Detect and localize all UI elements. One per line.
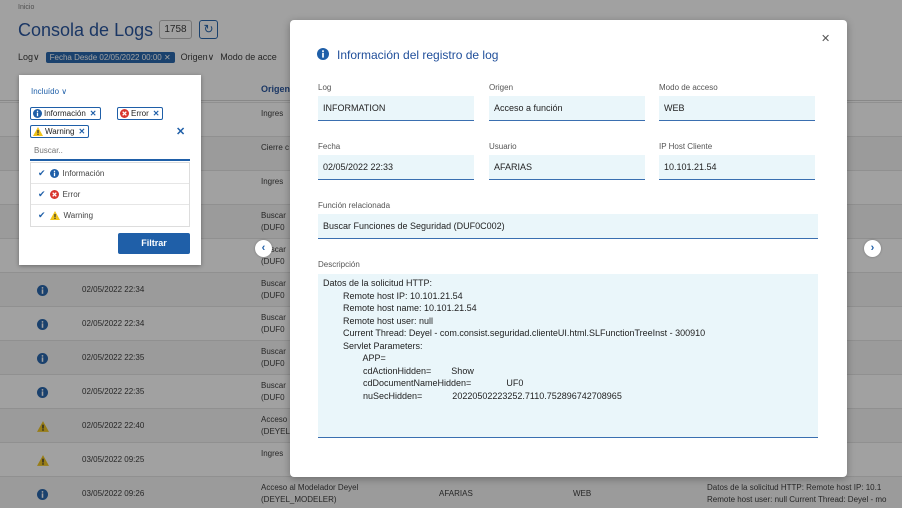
date-field[interactable]: 02/05/2022 22:33 — [318, 155, 474, 180]
user-label: Usuario — [489, 142, 517, 151]
check-icon: ✔ — [38, 210, 46, 220]
log-label: Log — [318, 83, 332, 92]
info-icon — [33, 109, 42, 118]
log-level-filter-dropdown: Incluído ∨ Información ✕ Error ✕ Warning ✕ … — [19, 75, 201, 265]
chevron-down-icon: ∨ — [61, 87, 68, 96]
clear-all-icon[interactable]: ✕ — [176, 125, 185, 138]
next-record-button[interactable]: › — [864, 240, 881, 257]
tag-label: Warning — [45, 127, 75, 136]
origin-label: Origen — [489, 83, 514, 92]
dropdown-mode-selector[interactable]: Incluído ∨ — [31, 87, 67, 96]
access-mode-field[interactable]: WEB — [659, 96, 815, 121]
tag-label: Información — [44, 109, 86, 118]
filter-button[interactable]: Filtrar — [118, 233, 190, 254]
client-ip-field[interactable]: 10.101.21.54 — [659, 155, 815, 180]
info-icon — [317, 48, 329, 60]
option-label: Información — [62, 168, 105, 178]
related-function-field[interactable]: Buscar Funciones de Seguridad (DUF0C002) — [318, 214, 818, 239]
error-icon — [120, 109, 129, 118]
info-icon — [49, 168, 59, 178]
description-label: Descripción — [318, 260, 360, 269]
close-icon[interactable]: ✕ — [79, 127, 86, 136]
close-icon[interactable]: ✕ — [153, 109, 160, 118]
tag-information[interactable]: Información ✕ — [30, 107, 101, 120]
chevron-left-icon: ‹ — [261, 242, 266, 254]
log-field[interactable]: INFORMATION — [318, 96, 474, 121]
option-warning[interactable]: ✔ Warning — [31, 205, 189, 226]
tag-warning[interactable]: Warning ✕ — [30, 125, 90, 138]
previous-record-button[interactable]: ‹ — [255, 240, 272, 257]
close-icon[interactable]: ✕ — [90, 109, 97, 118]
check-icon: ✔ — [38, 188, 46, 199]
close-icon[interactable]: ✕ — [821, 32, 830, 45]
user-field[interactable]: AFARIAS — [489, 155, 645, 180]
dropdown-options: ✔ Información ✔ Error ✔ Warning — [30, 162, 190, 227]
warning-icon — [33, 127, 43, 136]
option-information[interactable]: ✔ Información — [31, 163, 189, 184]
client-ip-label: IP Host Cliente — [659, 142, 713, 151]
option-label: Warning — [63, 211, 94, 220]
description-field[interactable]: Datos de la solicitud HTTP: Remote host … — [318, 274, 818, 438]
access-mode-label: Modo de acceso — [659, 83, 718, 92]
origin-field[interactable]: Acceso a función — [489, 96, 645, 121]
tag-label: Error — [131, 109, 149, 118]
selected-tags: Información ✕ Error ✕ Warning ✕ — [30, 104, 190, 138]
dropdown-mode-label: Incluído — [31, 87, 60, 96]
tag-error[interactable]: Error ✕ — [117, 107, 164, 120]
modal-title: Información del registro de log — [337, 48, 499, 62]
date-label: Fecha — [318, 142, 341, 151]
warning-icon — [49, 211, 60, 220]
error-icon — [49, 189, 59, 199]
option-error[interactable]: ✔ Error — [31, 184, 189, 205]
option-label: Error — [62, 189, 81, 199]
chevron-right-icon: › — [870, 242, 875, 254]
related-function-label: Función relacionada — [318, 201, 391, 210]
check-icon: ✔ — [38, 167, 46, 178]
dropdown-search-input[interactable] — [30, 142, 190, 161]
log-detail-modal: Información del registro de log ✕ Log IN… — [290, 20, 847, 477]
